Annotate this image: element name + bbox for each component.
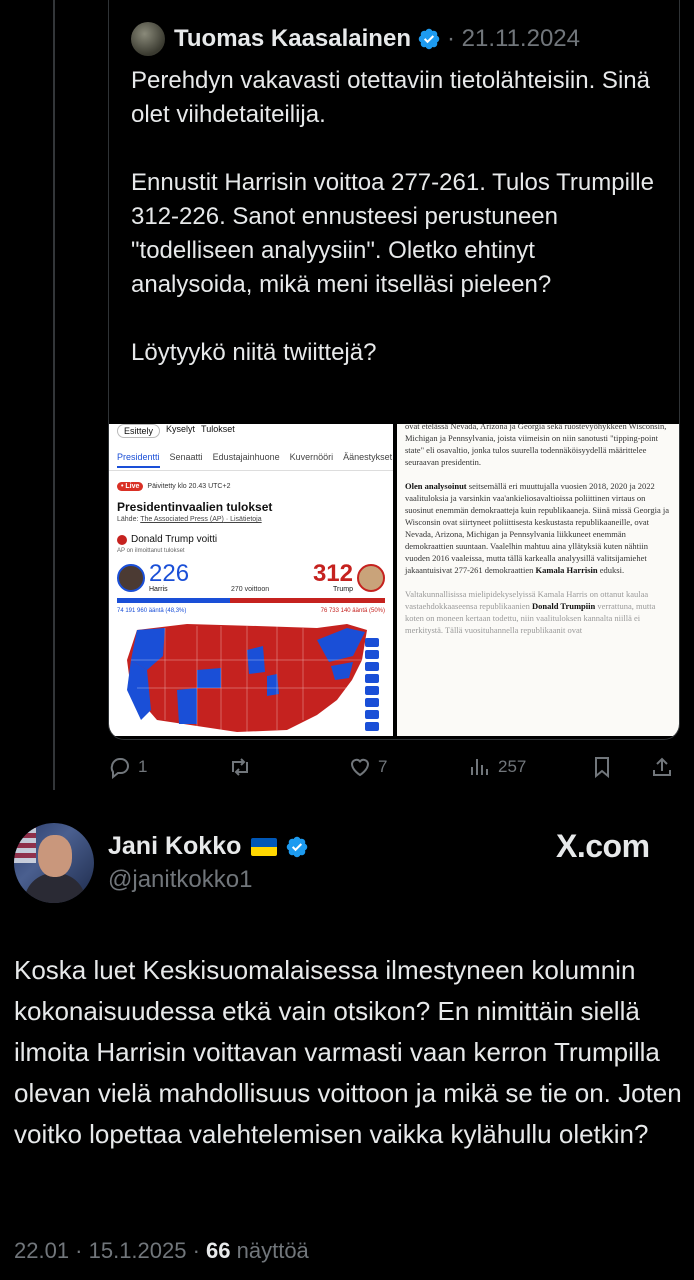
harris-popular-votes: 74 191 960 ääntä (48,3%) bbox=[117, 608, 187, 614]
author-name-row[interactable]: Jani Kokko bbox=[108, 832, 309, 861]
column-bold-1: Olen analysoinut bbox=[405, 481, 467, 491]
repost-icon bbox=[232, 758, 248, 776]
chip-tulokset: Tulokset bbox=[201, 424, 235, 434]
column-paragraph-3: Valtakunnallisissa mielipidekyselyissä K… bbox=[405, 588, 675, 636]
chip-esittely: Esittely bbox=[117, 424, 161, 438]
bookmark-icon bbox=[595, 757, 609, 779]
repost-button[interactable] bbox=[228, 755, 252, 779]
quoted-author-avatar[interactable] bbox=[131, 22, 165, 56]
reply-icon bbox=[110, 757, 129, 779]
results-tabs: Presidentti Senaatti Edustajainhuone Kuv… bbox=[117, 452, 392, 468]
trump-electoral-votes: 312 bbox=[312, 560, 353, 587]
column-paragraph-2: Olen analysoinut seitsemällä eri muuttuj… bbox=[405, 480, 675, 576]
results-source: Lähde: The Associated Press (AP) · Lisät… bbox=[117, 516, 262, 523]
share-icon bbox=[653, 757, 671, 776]
x-brand-watermark: X.com bbox=[556, 828, 650, 864]
results-chips: Esittely Kyselyt Tulokset bbox=[117, 424, 235, 438]
thread-connector-line bbox=[53, 0, 55, 790]
ap-note: AP on ilmoittanut tulokset bbox=[117, 548, 185, 554]
avatar-suit bbox=[24, 873, 86, 903]
author-handle[interactable]: @janitkokko1 bbox=[108, 866, 252, 894]
quoted-tweet-actions: 1 7 257 bbox=[108, 752, 678, 782]
column-p2-end: eduksi. bbox=[597, 565, 625, 575]
winner-line: Donald Trump voitti bbox=[117, 534, 217, 545]
chip-kyselyt: Kyselyt bbox=[166, 424, 196, 434]
tweet-view-label: näyttöä bbox=[230, 1238, 309, 1263]
us-electoral-map bbox=[127, 624, 379, 732]
tweet-view-count: 66 bbox=[206, 1238, 231, 1263]
tab-kuvernoori: Kuvernööri bbox=[289, 452, 334, 462]
updated-time: Päivitetty klo 20.43 UTC+2 bbox=[147, 483, 231, 490]
column-text: ovat etelässä Nevada, Arizona ja Georgia… bbox=[405, 424, 675, 648]
source-link: The Associated Press (AP) bbox=[140, 516, 224, 523]
harris-electoral-votes: 226 bbox=[149, 560, 190, 587]
quoted-tweet-media[interactable]: Esittely Kyselyt Tulokset Presidentti Se… bbox=[109, 424, 679, 736]
column-bold-2: Kamala Harrisin bbox=[535, 565, 598, 575]
electoral-vote-bar bbox=[117, 598, 385, 603]
source-more: · Lisätietoja bbox=[223, 516, 262, 523]
verified-badge-icon bbox=[287, 836, 308, 857]
author-avatar[interactable] bbox=[14, 823, 94, 903]
share-button[interactable] bbox=[650, 755, 674, 779]
quoted-tweet-date[interactable]: · 21.11.2024 bbox=[447, 25, 580, 53]
quoted-tweet-card[interactable]: Tuomas Kaasalainen · 21.11.2024 Perehdyn… bbox=[108, 0, 680, 740]
ukraine-flag-icon bbox=[251, 837, 278, 856]
avatar-background-flag bbox=[14, 823, 36, 863]
winner-text: Donald Trump voitti bbox=[131, 534, 218, 545]
verified-badge-icon bbox=[418, 28, 440, 50]
trump-name: Trump bbox=[333, 586, 353, 593]
tab-senaatti: Senaatti bbox=[169, 452, 203, 462]
views-count: 257 bbox=[498, 757, 527, 776]
reply-button[interactable]: 1 bbox=[108, 755, 147, 779]
tab-edustajainhuone: Edustajainhuone bbox=[212, 452, 280, 462]
author-name[interactable]: Jani Kokko bbox=[108, 832, 241, 861]
trump-popular-votes: 76 733 140 ääntä (50%) bbox=[320, 608, 385, 614]
bookmark-button[interactable] bbox=[590, 755, 614, 779]
results-title: Presidentinvaalien tulokset bbox=[117, 500, 273, 514]
tweet-meta: 22.01 · 15.1.2025 · 66 näyttöä bbox=[14, 1238, 309, 1264]
live-badge: • Live bbox=[117, 482, 144, 491]
harris-name: Harris bbox=[149, 586, 168, 593]
newspaper-column-screenshot[interactable]: ovat etelässä Nevada, Arizona ja Georgia… bbox=[397, 424, 679, 736]
to-win-label: 270 voittoon bbox=[231, 586, 270, 593]
like-button[interactable]: 7 bbox=[348, 755, 387, 779]
like-count: 7 bbox=[378, 757, 388, 776]
quoted-author-name[interactable]: Tuomas Kaasalainen bbox=[174, 25, 411, 53]
election-results-screenshot[interactable]: Esittely Kyselyt Tulokset Presidentti Se… bbox=[109, 424, 393, 736]
harris-bar-segment bbox=[117, 598, 230, 603]
live-status: • Live Päivitetty klo 20.43 UTC+2 bbox=[117, 482, 230, 491]
quoted-tweet-header: Tuomas Kaasalainen · 21.11.2024 bbox=[131, 22, 580, 56]
column-p2-body: seitsemällä eri muuttujalla vuosien 2018… bbox=[405, 481, 669, 575]
reply-count: 1 bbox=[138, 757, 148, 776]
trump-bar-segment bbox=[229, 598, 385, 603]
tweet-text: Koska luet Keskisuomalaisessa ilmestynee… bbox=[14, 955, 682, 1149]
views-chart-icon bbox=[471, 759, 488, 775]
column-paragraph-1: ovat etelässä Nevada, Arizona ja Georgia… bbox=[405, 424, 667, 467]
heart-icon bbox=[350, 758, 370, 777]
winner-check-icon bbox=[117, 534, 127, 545]
trump-photo bbox=[357, 564, 385, 592]
tweet-timestamp[interactable]: 22.01 · 15.1.2025 · bbox=[14, 1238, 206, 1263]
quoted-tweet-text: Perehdyn vakavasti otettaviin tietolähte… bbox=[131, 67, 654, 366]
source-prefix: Lähde: bbox=[117, 516, 141, 523]
tabs-divider bbox=[109, 470, 393, 471]
avatar-face bbox=[38, 835, 72, 877]
views-button[interactable]: 257 bbox=[468, 755, 526, 779]
column-bold-3: Donald Trumpiin bbox=[531, 601, 596, 611]
harris-photo bbox=[117, 564, 145, 592]
tab-aanestykset: Äänestykset bbox=[343, 452, 393, 462]
tab-presidentti: Presidentti bbox=[117, 452, 160, 468]
